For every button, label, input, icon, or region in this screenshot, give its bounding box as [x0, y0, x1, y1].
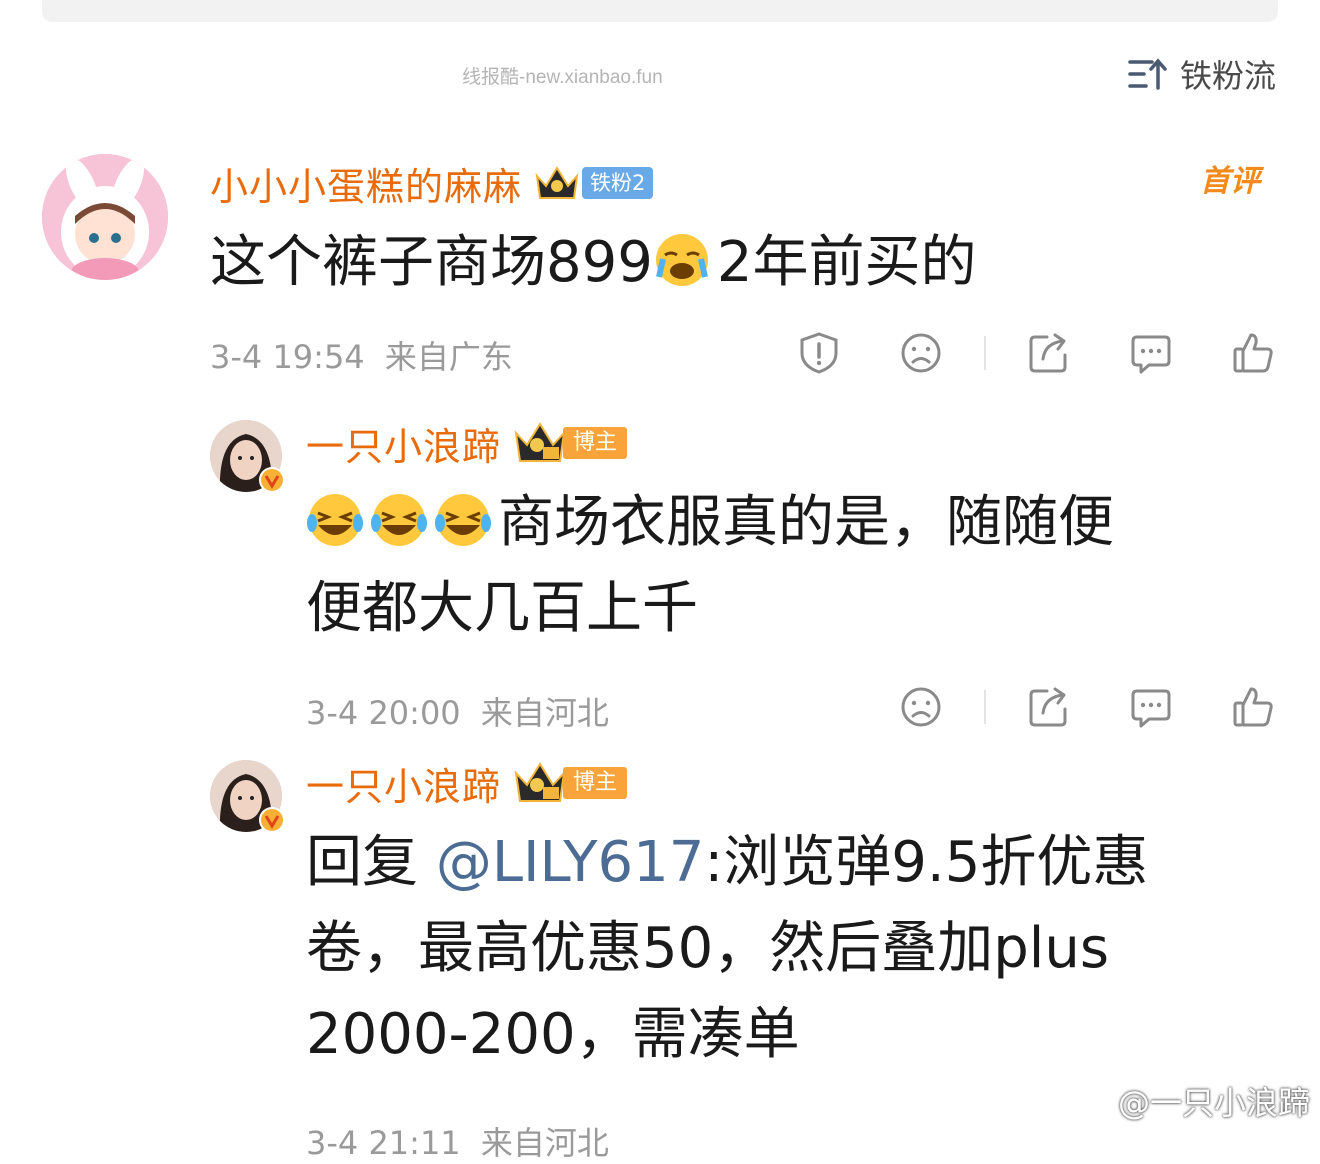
reply-meta: 3-4 20:00 来自河北: [306, 688, 609, 734]
laughing-tears-emoji-icon: [371, 494, 427, 546]
crying-emoji-icon: [655, 234, 708, 286]
sad-face-icon: [901, 687, 941, 727]
comment-author-name[interactable]: 小小小蛋糕的麻麻: [210, 156, 522, 211]
sort-label: 铁粉流: [1179, 57, 1276, 95]
fan-level-badge: 铁粉2: [582, 167, 654, 199]
crown-icon: [514, 422, 566, 462]
report-button[interactable]: [794, 328, 844, 378]
reply-text: 回复 @LILY617:浏览弹9.5折优惠 卷，最高优惠50，然后叠加plus …: [306, 820, 1296, 1078]
share-button[interactable]: [1024, 682, 1074, 732]
avatar[interactable]: [42, 154, 168, 280]
top-card-edge: [42, 0, 1278, 22]
weibo-watermark: @一只小浪蹄: [1068, 1078, 1310, 1124]
reply-actions: [896, 682, 1278, 732]
avatar-girl-bunny-icon: [42, 154, 168, 280]
reply-text: 商场衣服真的是，随随便 便都大几百上千: [306, 480, 1266, 652]
thumbs-up-icon: [1233, 687, 1273, 727]
sad-face-icon: [901, 333, 941, 373]
comment-bubble-icon: [1131, 335, 1171, 374]
reply-text-line: 卷，最高优惠50，然后叠加plus: [306, 916, 1110, 981]
dislike-button[interactable]: [896, 682, 946, 732]
reply-location: 来自河北: [480, 1124, 609, 1162]
verified-badge-icon: [259, 807, 285, 833]
reply-text-line: 2000-200，需凑单: [306, 1002, 800, 1067]
comment-meta: 3-4 19:54 来自广东: [210, 332, 513, 378]
sort-icon: [1128, 58, 1167, 90]
reply-text-line: 便都大几百上千: [306, 576, 698, 641]
comment-time: 3-4 19:54: [210, 338, 365, 376]
reply-time: 3-4 21:11: [306, 1124, 461, 1162]
crown-icon: [535, 166, 579, 199]
reply-author-name[interactable]: 一只小浪蹄: [306, 756, 501, 811]
blogger-badge: 博主: [563, 427, 628, 459]
reply-button[interactable]: [1126, 328, 1176, 378]
like-button[interactable]: [1228, 682, 1278, 732]
verified-badge-icon: [259, 467, 285, 493]
laughing-tears-emoji-icon: [435, 494, 491, 546]
reply-time: 3-4 20:00: [306, 694, 461, 732]
reply-meta: 3-4 21:11 来自河北: [306, 1118, 609, 1164]
comment-text-part: 2年前买的: [716, 230, 977, 295]
comment-location: 来自广东: [384, 338, 513, 376]
dislike-button[interactable]: [896, 328, 946, 378]
like-button[interactable]: [1228, 328, 1278, 378]
comment-bubble-icon: [1131, 689, 1171, 728]
reply-author-name[interactable]: 一只小浪蹄: [306, 416, 501, 471]
mention-link[interactable]: @LILY617: [436, 830, 705, 895]
first-comment-badge: 首评: [1200, 164, 1260, 199]
thumbs-up-icon: [1233, 333, 1273, 373]
crown-icon: [514, 762, 566, 802]
share-button[interactable]: [1024, 328, 1074, 378]
site-watermark: 线报酷-new.xianbao.fun: [462, 67, 663, 88]
reply-location: 来自河北: [480, 694, 609, 732]
comment-text: 这个裤子商场899 2年前买的: [210, 220, 977, 306]
weibo-watermark-text: @一只小浪蹄: [1117, 1084, 1310, 1122]
action-divider: [984, 336, 986, 370]
report-shield-icon: [800, 332, 838, 374]
share-icon: [1029, 687, 1067, 727]
laughing-tears-emoji-icon: [307, 494, 363, 546]
comment-actions: [794, 328, 1278, 378]
reply-text-line: 商场衣服真的是，随随便: [498, 490, 1114, 555]
sort-toggle[interactable]: 铁粉流: [1128, 52, 1276, 96]
blogger-badge: 博主: [563, 767, 628, 799]
comment-text-part: 这个裤子商场899: [210, 230, 653, 295]
reply-text-line: :浏览弹9.5折优惠: [704, 830, 1149, 895]
share-icon: [1029, 333, 1067, 373]
action-divider: [984, 690, 986, 724]
reply-button[interactable]: [1126, 682, 1176, 732]
reply-prefix: 回复: [306, 830, 418, 895]
weibo-logo-icon: [1069, 1085, 1110, 1119]
